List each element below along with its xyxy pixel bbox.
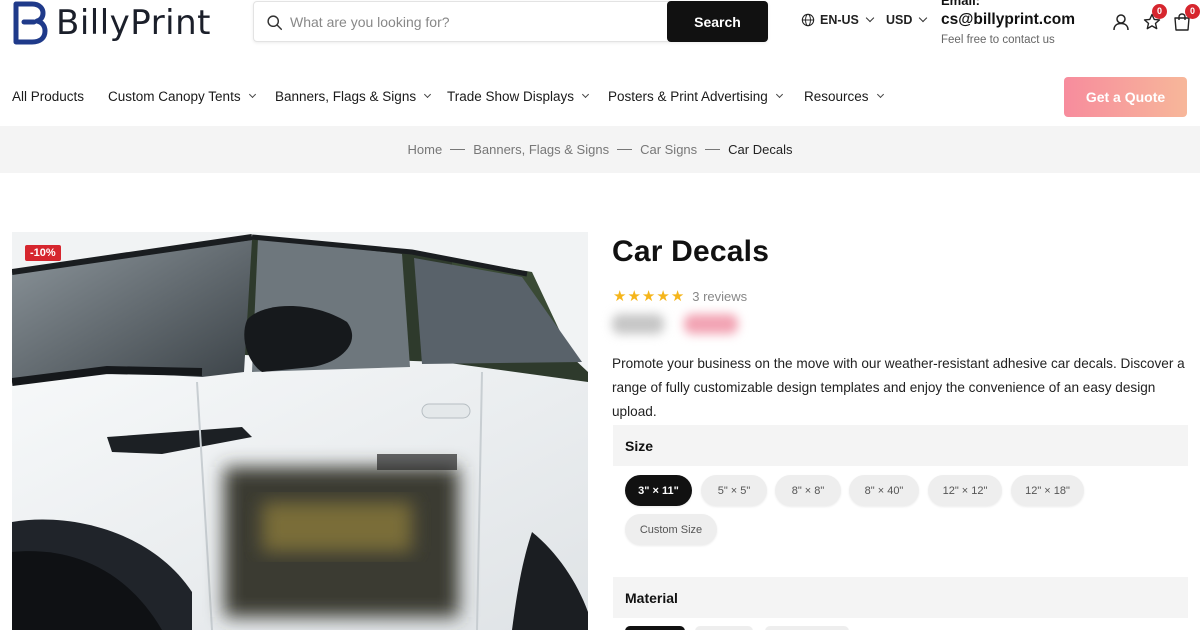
size-section-header: Size (613, 425, 1188, 466)
brand-name: BillyPrint (56, 3, 211, 43)
language-label: EN-US (820, 13, 859, 27)
language-selector[interactable]: EN-US (801, 13, 875, 27)
product-rating[interactable]: ★ ★ ★ ★ ★ 3 reviews (613, 289, 747, 304)
nav-item-trade-show-displays[interactable]: Trade Show Displays (447, 89, 590, 104)
currency-label: USD (886, 13, 913, 27)
breadcrumb-current: Car Decals (728, 142, 793, 157)
size-option[interactable]: 12" × 12" (928, 475, 1002, 506)
nav-item-label: All Products (12, 89, 85, 104)
get-quote-button[interactable]: Get a Quote (1064, 77, 1187, 117)
globe-icon (801, 13, 815, 27)
breadcrumb-banners-flags-signs[interactable]: Banners, Flags & Signs (473, 142, 609, 157)
account-button[interactable] (1111, 12, 1131, 32)
wishlist-count-badge: 0 (1152, 4, 1167, 19)
nav-item-label: Resources (804, 89, 869, 104)
size-option[interactable]: 5" × 5" (701, 475, 767, 506)
product-image[interactable]: -10% (12, 232, 588, 630)
material-label: Material (625, 590, 678, 606)
breadcrumb-separator (617, 149, 633, 150)
chevron-down-icon (582, 90, 590, 99)
star-filled-icon: ★ (627, 288, 641, 305)
contact-label: Email: (941, 0, 981, 8)
chevron-down-icon (919, 13, 928, 23)
size-option-custom[interactable]: Custom Size (625, 514, 717, 545)
star-filled-icon: ★ (613, 288, 627, 305)
nav-item-all-products[interactable]: All Products (12, 89, 84, 104)
size-option[interactable]: 12" × 18" (1011, 475, 1084, 506)
rating-stars: ★ ★ ★ ★ ★ (613, 289, 684, 304)
breadcrumb-car-signs[interactable]: Car Signs (640, 142, 697, 157)
nav-item-label: Trade Show Displays (447, 89, 575, 104)
cart-count-badge: 0 (1185, 4, 1200, 19)
billyprint-logo-icon (13, 1, 48, 45)
header: BillyPrint Search EN-US USD Email: cs@bi… (0, 0, 1200, 62)
nav-item-posters-print-advertising[interactable]: Posters & Print Advertising (608, 89, 783, 104)
search-bar: Search (253, 1, 768, 42)
product-description: Promote your business on the move with o… (612, 356, 1185, 419)
cart-button[interactable]: 0 (1172, 4, 1200, 32)
nav-item-banners-flags-signs[interactable]: Banners, Flags & Signs (275, 89, 432, 104)
product-title: Car Decals (612, 235, 770, 268)
material-option[interactable] (625, 626, 685, 630)
nav-item-resources[interactable]: Resources (804, 89, 884, 104)
original-price-blurred (612, 314, 664, 334)
breadcrumb-bar: Home Banners, Flags & Signs Car Signs Ca… (0, 126, 1200, 173)
star-filled-icon: ★ (656, 288, 670, 305)
sale-price-blurred (684, 314, 738, 334)
brand-logo[interactable]: BillyPrint (10, 0, 211, 46)
contact-subtext: Feel free to contact us (941, 34, 1055, 46)
user-icon (1113, 14, 1129, 31)
chevron-down-icon (248, 90, 256, 99)
search-input[interactable] (290, 2, 660, 41)
material-option[interactable] (695, 626, 753, 630)
contact-info: Email: cs@billyprint.com Feel free to co… (941, 0, 1075, 49)
nav-item-label: Custom Canopy Tents (108, 89, 241, 104)
size-option[interactable]: 8" × 40" (849, 475, 919, 506)
breadcrumb: Home Banners, Flags & Signs Car Signs Ca… (0, 142, 1200, 157)
nav-item-label: Posters & Print Advertising (608, 89, 768, 104)
material-option[interactable] (765, 626, 849, 630)
currency-selector[interactable]: USD (886, 13, 928, 27)
breadcrumb-separator (450, 149, 466, 150)
nav-item-label: Banners, Flags & Signs (275, 89, 417, 104)
car-photo (12, 232, 588, 630)
chevron-down-icon (775, 90, 783, 99)
star-filled-icon: ★ (641, 288, 656, 305)
breadcrumb-home[interactable]: Home (408, 142, 443, 157)
size-option[interactable]: 8" × 8" (775, 475, 841, 506)
star-filled-icon: ★ (670, 288, 685, 305)
product-price (612, 314, 738, 334)
search-button[interactable]: Search (667, 1, 768, 42)
review-count[interactable]: 3 reviews (692, 289, 747, 304)
breadcrumb-separator (705, 149, 721, 150)
chevron-down-icon (865, 13, 875, 23)
wishlist-button[interactable]: 0 (1142, 4, 1167, 32)
size-option[interactable]: 3" × 11" (625, 475, 692, 506)
material-section-header: Material (613, 577, 1188, 618)
chevron-down-icon (424, 90, 432, 99)
main-nav: All Products Custom Canopy Tents Banners… (0, 76, 1200, 120)
discount-badge: -10% (25, 245, 61, 261)
contact-email[interactable]: cs@billyprint.com (941, 9, 1075, 31)
nav-item-custom-canopy-tents[interactable]: Custom Canopy Tents (108, 89, 256, 104)
chevron-down-icon (876, 90, 884, 99)
size-label: Size (625, 438, 654, 454)
search-icon (267, 15, 283, 31)
